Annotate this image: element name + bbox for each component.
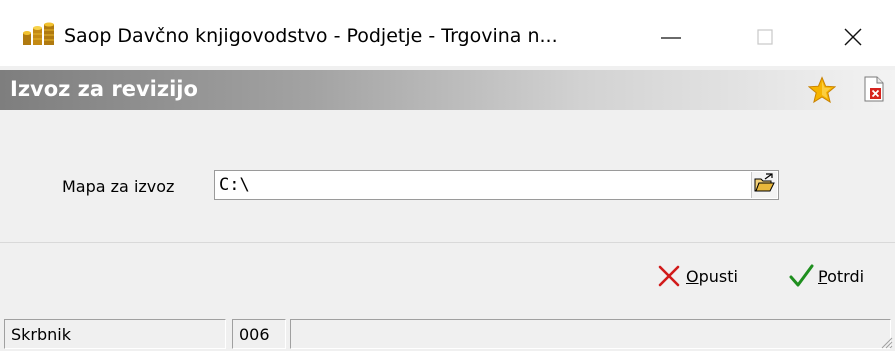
status-bar: Skrbnik 006	[0, 317, 895, 351]
document-close-icon[interactable]	[864, 76, 884, 102]
star-icon[interactable]	[808, 76, 836, 104]
status-user: Skrbnik	[4, 319, 226, 349]
confirm-label: Potrdi	[818, 266, 865, 286]
cancel-button[interactable]: Opusti	[656, 262, 738, 290]
title-bar: Saop Davčno knjigovodstvo - Podjetje - T…	[0, 0, 895, 66]
minimize-icon	[661, 37, 681, 39]
export-folder-input[interactable]	[219, 175, 739, 195]
coin-stack-icon	[23, 22, 54, 45]
dialog-header: Izvoz za revizijo	[0, 70, 895, 110]
export-folder-label: Mapa za izvoz	[62, 177, 175, 196]
checkmark-icon	[789, 264, 814, 287]
cancel-x-icon	[658, 265, 680, 287]
export-dialog-window: Saop Davčno knjigovodstvo - Podjetje - T…	[0, 0, 895, 351]
maximize-icon	[757, 29, 773, 45]
maximize-button[interactable]	[736, 12, 798, 58]
content-divider	[0, 242, 895, 243]
close-button[interactable]	[822, 12, 884, 58]
resize-grip-icon[interactable]	[879, 335, 893, 349]
folder-open-icon	[754, 173, 775, 192]
export-folder-field[interactable]	[214, 170, 779, 200]
browse-folder-button[interactable]	[751, 172, 777, 198]
minimize-button[interactable]	[640, 12, 702, 58]
status-code: 006	[232, 319, 286, 349]
dialog-title: Izvoz za revizijo	[10, 77, 198, 101]
close-icon	[844, 28, 862, 46]
form-area: Mapa za izvoz	[0, 110, 895, 242]
cancel-label: Opusti	[686, 266, 738, 286]
status-extra	[290, 319, 891, 349]
confirm-button[interactable]: Potrdi	[788, 262, 864, 290]
window-title: Saop Davčno knjigovodstvo - Podjetje - T…	[64, 25, 558, 47]
